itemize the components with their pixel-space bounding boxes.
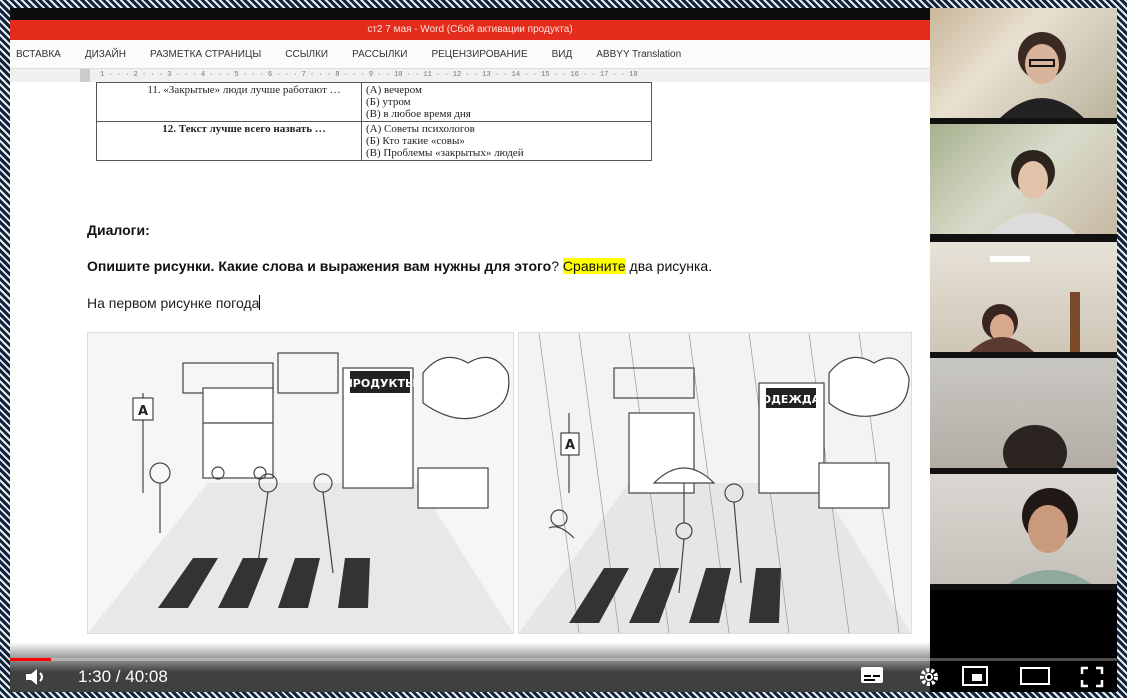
- question-12: 12. Текст лучше всего назвать …: [162, 123, 326, 135]
- dialogs-heading: Диалоги:: [87, 222, 150, 238]
- person-icon: [970, 256, 1080, 352]
- ribbon-tabs: ВСТАВКА ДИЗАЙН РАЗМЕТКА СТРАНИЦЫ ССЫЛКИ …: [10, 40, 930, 69]
- option: (А) Советы психологов: [366, 123, 475, 135]
- miniplayer-icon[interactable]: [962, 666, 988, 686]
- time-display: 1:30 / 40:08: [78, 667, 168, 686]
- window-top-strip: [10, 8, 930, 20]
- task-text: Опишите рисунки. Какие слова и выражения…: [87, 258, 712, 274]
- street-drawing-2: ОДЕЖДА А: [519, 333, 911, 633]
- question-11: 11. «Закрытые» люди лучше работают …: [147, 84, 341, 96]
- draft-text: На первом рисунке погода: [87, 295, 260, 311]
- tab-view[interactable]: ВИД: [552, 49, 573, 60]
- volume-icon[interactable]: [24, 666, 50, 688]
- table-row: 12. Текст лучше всего назвать … (А) Сове…: [96, 121, 652, 161]
- highlighted-word: Сравните: [562, 258, 626, 274]
- document-page[interactable]: 11. «Закрытые» люди лучше работают … (А)…: [10, 82, 930, 692]
- table-row: 11. «Закрытые» люди лучше работают … (А)…: [96, 82, 652, 122]
- options-cell: (А) вечером (Б) утром (В) в любое время …: [361, 82, 652, 122]
- questions-table: 11. «Закрытые» люди лучше работают … (А)…: [96, 82, 652, 161]
- person-icon: [1008, 488, 1092, 584]
- fullscreen-icon[interactable]: [1080, 666, 1104, 688]
- picture-rainy-street: ОДЕЖДА А: [518, 332, 912, 634]
- tab-layout[interactable]: РАЗМЕТКА СТРАНИЦЫ: [150, 49, 261, 60]
- progress-bar[interactable]: [10, 658, 1117, 661]
- tab-design[interactable]: ДИЗАЙН: [85, 49, 126, 60]
- video-frame: ст2 7 мая - Word (Сбой активации продукт…: [10, 8, 1117, 692]
- participants-panel: [930, 8, 1117, 590]
- task-question-mark: ?: [551, 258, 560, 274]
- options-cell: (А) Советы психологов (Б) Кто такие «сов…: [361, 121, 652, 161]
- draft-line: На первом рисунке погода: [87, 295, 261, 311]
- option: (В) Проблемы «закрытых» людей: [366, 147, 524, 159]
- window-title: ст2 7 мая - Word (Сбой активации продукт…: [10, 20, 930, 40]
- ruler-numbers: 1 · · · 2 · · · 3 · · · 4 · · · 5 · · · …: [100, 71, 638, 79]
- shop-sign: ОДЕЖДА: [762, 393, 821, 406]
- street-drawing-1: ПРОДУКТЫ А: [88, 333, 513, 633]
- indent-marker[interactable]: [80, 69, 90, 82]
- text-caret: [259, 295, 261, 310]
- settings-gear-icon[interactable]: [918, 666, 940, 688]
- option: (В) в любое время дня: [366, 108, 471, 120]
- participant-video[interactable]: [930, 358, 1117, 468]
- task-rest: два рисунка.: [625, 258, 713, 274]
- tab-abbyy[interactable]: ABBYY Translation: [596, 49, 681, 60]
- person-icon: [1000, 32, 1084, 118]
- question-cell: 12. Текст лучше всего назвать …: [96, 121, 362, 161]
- bus-stop-sign: А: [138, 404, 148, 419]
- word-window: ст2 7 мая - Word (Сбой активации продукт…: [10, 8, 930, 692]
- theater-mode-icon[interactable]: [1020, 666, 1050, 686]
- tab-mailings[interactable]: РАССЫЛКИ: [352, 49, 407, 60]
- participant-video[interactable]: [930, 124, 1117, 234]
- subtitles-icon[interactable]: [860, 666, 884, 684]
- person-icon: [1003, 425, 1067, 468]
- picture-sunny-street: ПРОДУКТЫ А: [87, 332, 514, 634]
- question-cell: 11. «Закрытые» люди лучше работают …: [96, 82, 362, 122]
- participant-video[interactable]: [930, 474, 1117, 584]
- participant-video[interactable]: [930, 242, 1117, 352]
- progress-fill: [10, 658, 51, 661]
- tab-review[interactable]: РЕЦЕНЗИРОВАНИЕ: [431, 49, 527, 60]
- video-controls: 1:30 / 40:08: [10, 642, 1117, 692]
- option: (Б) утром: [366, 96, 411, 108]
- task-bold: Опишите рисунки. Какие слова и выражения…: [87, 258, 552, 274]
- person-icon: [990, 150, 1076, 234]
- participant-video[interactable]: [930, 8, 1117, 118]
- tab-insert[interactable]: ВСТАВКА: [16, 49, 61, 60]
- option: (А) вечером: [366, 84, 422, 96]
- option: (Б) Кто такие «совы»: [366, 135, 465, 147]
- bus-stop-sign: А: [565, 438, 575, 453]
- shop-sign: ПРОДУКТЫ: [344, 377, 417, 390]
- tab-references[interactable]: ССЫЛКИ: [285, 49, 328, 60]
